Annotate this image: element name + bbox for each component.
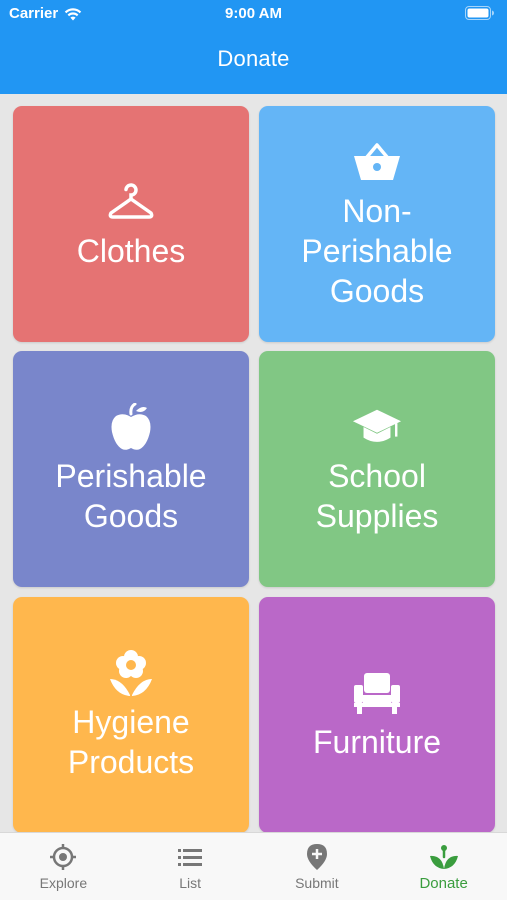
tab-label: Submit [295,875,339,891]
crosshair-icon [48,843,78,871]
battery-icon [465,6,494,20]
hanger-icon [106,177,156,227]
basket-icon [352,137,402,187]
category-tile-clothes[interactable]: Clothes [13,106,249,342]
status-time: 9:00 AM [225,5,282,22]
graduation-cap-icon [352,402,402,452]
header: Carrier 9:00 AM Donate [0,0,507,94]
category-label: School Supplies [315,458,439,534]
category-tile-hygiene-products[interactable]: Hygiene Products [13,597,249,833]
apple-icon [106,402,156,452]
category-label: Perishable Goods [55,458,207,534]
category-label: Clothes [76,233,186,269]
tab-label: Donate [419,875,468,892]
donate-screen: Carrier 9:00 AM Donate Clothes Non- Peri… [0,0,507,900]
tab-bar: Explore List Submit Donate [0,832,507,900]
status-bar: Carrier 9:00 AM [0,0,507,28]
tab-explore[interactable]: Explore [0,833,127,900]
tab-submit[interactable]: Submit [254,833,381,900]
tab-label: List [179,875,202,891]
flower-icon [106,648,156,698]
map-pin-plus-icon [302,843,332,871]
tab-list[interactable]: List [127,833,254,900]
list-icon [175,843,205,871]
tab-donate[interactable]: Donate [380,833,507,900]
armchair-icon [352,668,402,718]
category-tile-perishable-goods[interactable]: Perishable Goods [13,351,249,587]
sprout-icon [429,843,459,871]
page-title: Donate [217,46,290,71]
category-tile-non-perishable-goods[interactable]: Non- Perishable Goods [259,106,495,342]
category-label: Hygiene Products [67,704,195,780]
category-label: Furniture [312,724,442,760]
tab-label: Explore [39,875,88,891]
category-tile-furniture[interactable]: Furniture [259,597,495,833]
category-label: Non- Perishable Goods [301,193,453,309]
category-tile-school-supplies[interactable]: School Supplies [259,351,495,587]
